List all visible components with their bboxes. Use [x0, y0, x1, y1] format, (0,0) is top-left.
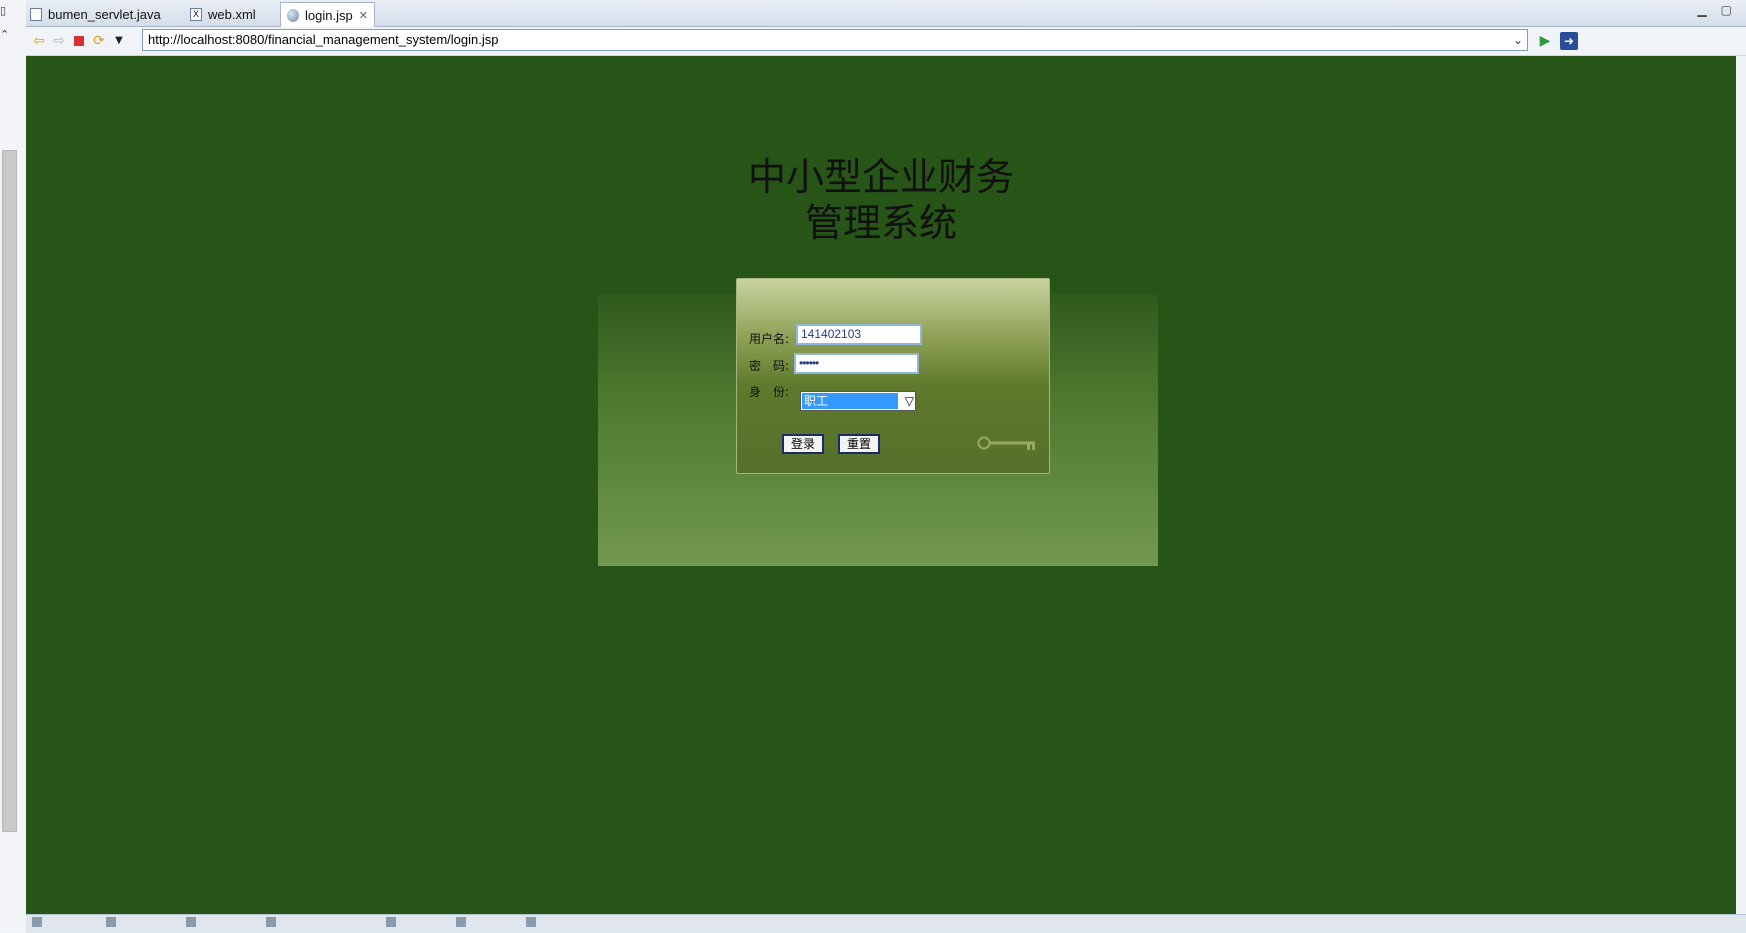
chevron-up-icon[interactable]: ⌃ [0, 28, 9, 41]
bottom-tab[interactable] [186, 917, 200, 927]
java-file-icon [30, 7, 42, 21]
bottom-tab[interactable] [526, 917, 540, 927]
left-panel-strip: ▯ ⌃ [0, 0, 27, 932]
username-label: 用户名: [749, 332, 790, 346]
view-icon [456, 917, 466, 927]
reset-button[interactable]: 重置 [838, 434, 881, 454]
browser-content: 中小型企业财务 管理系统 用户名: 141402103 密 码: •••••• … [26, 56, 1736, 914]
vertical-scrollbar[interactable] [2, 150, 17, 832]
bottom-tab[interactable] [106, 917, 120, 927]
tab-bumen-servlet[interactable]: bumen_servlet.java [30, 2, 161, 26]
editor-tab-bar: bumen_servlet.java X web.xml login.jsp ✕… [26, 0, 1746, 27]
dropdown-arrow-icon[interactable]: ▼ [110, 32, 128, 50]
view-icon [526, 917, 536, 927]
url-input[interactable]: http://localhost:8080/financial_manageme… [142, 29, 1528, 51]
chevron-down-icon[interactable]: ⌄ [1513, 30, 1523, 50]
username-input[interactable]: 141402103 [796, 324, 922, 345]
login-panel: 用户名: 141402103 密 码: •••••• 身 份: 职工 ▽ 登录 … [736, 278, 1050, 474]
login-button[interactable]: 登录 [782, 434, 825, 454]
password-input[interactable]: •••••• [794, 353, 919, 374]
view-icon [186, 917, 196, 927]
password-label: 密 码: [749, 359, 790, 373]
role-select[interactable]: 职工 ▽ [800, 391, 916, 411]
title-line-1: 中小型企业财务 [747, 155, 1014, 199]
xml-file-icon: X [190, 7, 202, 21]
bottom-tab[interactable] [386, 917, 400, 927]
close-icon[interactable]: ✕ [359, 9, 368, 22]
tab-label: login.jsp [305, 7, 353, 23]
title-line-2: 管理系统 [804, 201, 957, 245]
back-arrow-icon[interactable]: ⇦ [30, 32, 48, 50]
tab-login-jsp[interactable]: login.jsp ✕ [280, 2, 375, 27]
view-icon [32, 917, 42, 927]
view-icon [106, 917, 116, 927]
view-icon [266, 917, 276, 927]
browser-toolbar: ⇦ ⇨ ⟳ ▼ http://localhost:8080/financial_… [26, 27, 1746, 56]
role-label: 身 份: [749, 385, 790, 399]
url-text: http://localhost:8080/financial_manageme… [148, 32, 499, 47]
bottom-tab[interactable] [266, 917, 280, 927]
bottom-view-tabs [26, 914, 1746, 933]
refresh-icon[interactable]: ⟳ [90, 32, 108, 50]
role-selected-value: 职工 [802, 393, 898, 409]
restore-icon[interactable]: ▯ [0, 4, 6, 17]
maximize-icon[interactable]: ▢ [1721, 3, 1732, 17]
minimize-icon[interactable]: ▁ [1697, 3, 1706, 17]
open-external-browser-icon[interactable]: ➜ [1560, 32, 1578, 50]
bottom-tab[interactable] [32, 917, 46, 927]
stop-icon[interactable] [70, 32, 88, 50]
tab-web-xml[interactable]: X web.xml [190, 2, 256, 26]
window-controls: ▁ ▢ [1697, 3, 1732, 17]
tab-label: web.xml [208, 6, 256, 22]
chevron-down-icon[interactable]: ▽ [905, 392, 914, 410]
forward-arrow-icon[interactable]: ⇨ [50, 32, 68, 50]
tab-label: bumen_servlet.java [48, 6, 161, 22]
page-title: 中小型企业财务 管理系统 [26, 154, 1736, 246]
view-icon [386, 917, 396, 927]
go-icon[interactable]: ▶ [1536, 32, 1554, 50]
globe-icon [287, 8, 299, 22]
bottom-tab[interactable] [456, 917, 470, 927]
key-icon [977, 436, 1035, 450]
